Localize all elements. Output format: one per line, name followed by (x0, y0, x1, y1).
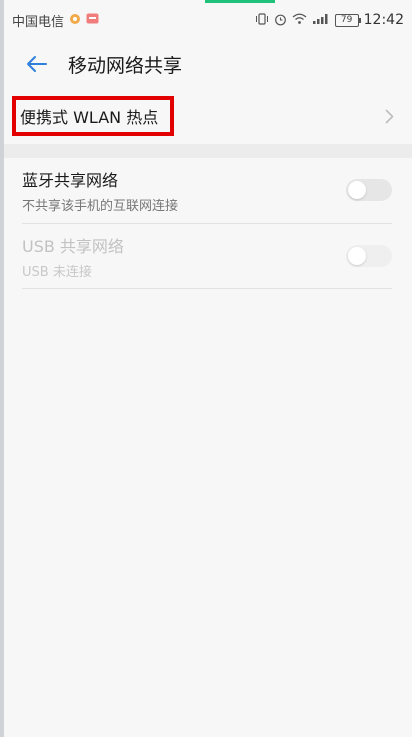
row-divider (22, 288, 392, 289)
wifi-icon (292, 13, 307, 27)
status-left: 中国电信 (12, 11, 99, 30)
switch-knob (348, 181, 366, 199)
usb-tethering-subtitle: USB 未连接 (22, 264, 92, 280)
app-bar: 移动网络共享 (4, 40, 412, 88)
page-title: 移动网络共享 (68, 54, 183, 77)
message-app-icon (86, 13, 99, 27)
usb-tethering-title: USB 共享网络 (22, 236, 124, 256)
carrier-label: 中国电信 (12, 14, 65, 30)
status-right: 79 12:42 (255, 12, 404, 28)
bluetooth-tethering-subtitle: 不共享该手机的互联网连接 (22, 198, 179, 214)
bluetooth-tethering-title: 蓝牙共享网络 (22, 170, 119, 190)
bluetooth-tethering-switch[interactable] (346, 179, 392, 201)
clock: 12:42 (363, 12, 404, 28)
bluetooth-tethering-text: 蓝牙共享网络 不共享该手机的互联网连接 (22, 167, 178, 214)
signal-icon (312, 13, 330, 27)
section-divider (4, 144, 412, 158)
status-bar: 中国电信 79 12:42 (4, 0, 412, 40)
usb-tethering-row: USB 共享网络 USB 未连接 (4, 224, 412, 288)
wlan-hotspot-item[interactable]: 便携式 WLAN 热点 (4, 88, 412, 144)
switch-knob (348, 247, 366, 265)
chevron-right-icon (385, 109, 394, 123)
usb-tethering-text: USB 共享网络 USB 未连接 (22, 233, 124, 280)
vibrate-icon (255, 13, 269, 27)
usb-tethering-switch (346, 245, 392, 267)
bluetooth-tethering-row[interactable]: 蓝牙共享网络 不共享该手机的互联网连接 (4, 158, 412, 222)
battery-indicator: 79 (334, 13, 361, 27)
back-arrow-icon (27, 56, 47, 72)
notification-icon (69, 13, 81, 27)
alarm-icon (274, 13, 287, 28)
back-button[interactable] (14, 42, 58, 86)
wlan-hotspot-label: 便携式 WLAN 热点 (12, 96, 175, 136)
